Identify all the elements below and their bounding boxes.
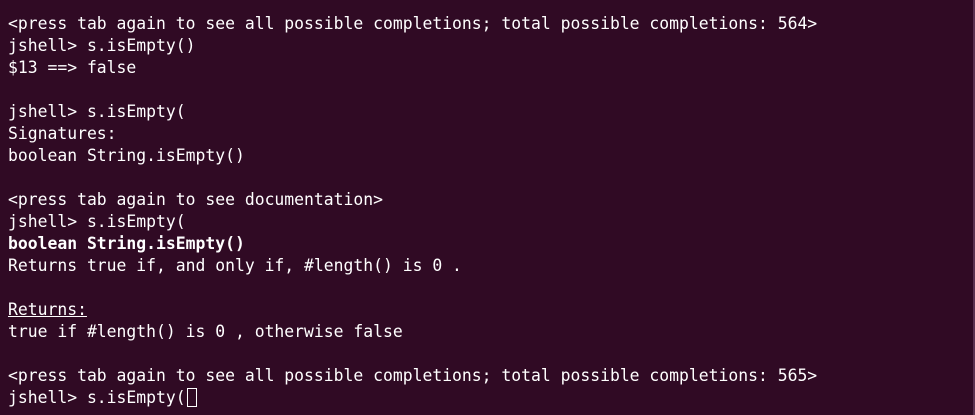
returns-heading: Returns: <box>8 300 87 319</box>
prompt-command-line: jshell> s.isEmpty() <box>8 36 196 55</box>
completion-hint-line: <press tab again to see all possible com… <box>8 366 818 385</box>
returns-description-line: true if #length() is 0 , otherwise false <box>8 322 403 341</box>
current-prompt-line[interactable]: jshell> s.isEmpty( <box>8 387 975 409</box>
documentation-signature-line: boolean String.isEmpty() <box>8 234 245 253</box>
documentation-description-line: Returns true if, and only if, #length() … <box>8 256 462 275</box>
current-command-text: jshell> s.isEmpty( <box>8 388 186 407</box>
returns-heading-line: Returns: <box>8 299 975 321</box>
signature-line: boolean String.isEmpty() <box>8 146 245 165</box>
result-line: $13 ==> false <box>8 58 137 77</box>
documentation-hint-line: <press tab again to see documentation> <box>8 190 383 209</box>
prompt-command-line: jshell> s.isEmpty( <box>8 102 186 121</box>
text-cursor <box>186 388 197 407</box>
terminal-window[interactable]: <press tab again to see all possible com… <box>0 0 975 415</box>
prompt-command-line: jshell> s.isEmpty( <box>8 212 186 231</box>
signatures-heading-line: Signatures: <box>8 124 117 143</box>
completion-hint-line: <press tab again to see all possible com… <box>8 14 818 33</box>
